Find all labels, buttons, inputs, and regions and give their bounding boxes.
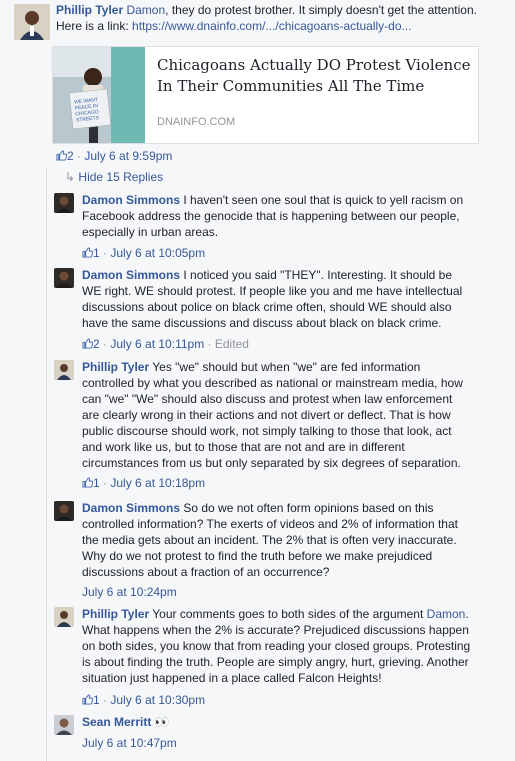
avatar-damon-simmons[interactable] xyxy=(54,268,74,288)
reply-body: Sean Merritt 👀 xyxy=(82,714,512,730)
reply-meta: 2 · July 6 at 10:11pm · Edited xyxy=(82,336,249,352)
like-count[interactable]: 1 xyxy=(93,476,100,490)
avatar-phillip-tyler[interactable] xyxy=(14,4,50,40)
reply-body: Phillip Tyler Yes "we" should but when "… xyxy=(82,360,463,470)
reply-meta: 1 · July 6 at 10:30pm xyxy=(82,692,205,708)
sign-text: WE WANT PEACE IN CHICAGO STREETS xyxy=(73,97,100,124)
reply-meta: 1 · July 6 at 10:05pm xyxy=(82,245,205,261)
thumbs-up-icon xyxy=(82,694,93,705)
reply-body: Phillip Tyler Your comments goes to both… xyxy=(82,607,471,685)
comment-timestamp[interactable]: July 6 at 9:59pm xyxy=(84,149,172,163)
comment-author[interactable]: Damon Simmons xyxy=(82,501,180,515)
link-preview-domain: DNAINFO.COM xyxy=(157,116,236,128)
avatar-damon-simmons[interactable] xyxy=(54,501,74,521)
reply-thread-line xyxy=(46,168,47,761)
shared-url-link[interactable]: https://www.dnainfo.com/.../chicagoans-a… xyxy=(132,19,411,33)
comment-author[interactable]: Phillip Tyler xyxy=(82,360,149,374)
link-preview-image[interactable] xyxy=(53,47,145,143)
mention-link[interactable]: Damon xyxy=(126,3,165,17)
comment-timestamp[interactable]: July 6 at 10:18pm xyxy=(110,476,205,490)
reply-body: Damon Simmons I noticed you said "THEY".… xyxy=(82,268,463,330)
like-count[interactable]: 1 xyxy=(93,246,100,260)
like-count[interactable]: 1 xyxy=(93,693,100,707)
mention-link[interactable]: Damon xyxy=(427,607,466,621)
top-comment-body: Phillip Tyler Damon, they do protest bro… xyxy=(56,2,511,34)
comment-timestamp[interactable]: July 6 at 10:05pm xyxy=(110,246,205,260)
comment-timestamp[interactable]: July 6 at 10:47pm xyxy=(82,736,177,750)
comment-text-line2: Here is a link: xyxy=(56,19,133,33)
reply-meta: July 6 at 10:24pm xyxy=(82,584,177,600)
link-preview-title[interactable]: Chicagoans Actually DO Protest Violence … xyxy=(157,55,472,97)
link-preview-card[interactable]: WE WANT PEACE IN CHICAGO STREETS Chicago… xyxy=(52,46,479,144)
comment-author[interactable]: Sean Merritt xyxy=(82,715,151,729)
comment-timestamp[interactable]: July 6 at 10:30pm xyxy=(110,693,205,707)
avatar-sean-merritt[interactable] xyxy=(54,715,74,735)
avatar-phillip-tyler[interactable] xyxy=(54,360,74,380)
thumbs-up-icon xyxy=(56,150,67,161)
eyes-emoji-icon: 👀 xyxy=(154,715,170,729)
thumbs-up-icon xyxy=(82,247,93,258)
thumbs-up-icon xyxy=(82,477,93,488)
hide-replies-button[interactable]: ↳ Hide 15 Replies xyxy=(65,170,163,184)
thumbs-up-icon xyxy=(82,338,93,349)
comment-timestamp[interactable]: July 6 at 10:24pm xyxy=(82,585,177,599)
comment-author[interactable]: Damon Simmons xyxy=(82,193,180,207)
comment-text: , they do protest brother. It simply doe… xyxy=(165,3,477,17)
reply-meta: 1 · July 6 at 10:18pm xyxy=(82,475,205,491)
avatar-phillip-tyler[interactable] xyxy=(54,607,74,627)
edited-label[interactable]: Edited xyxy=(215,337,249,351)
like-count[interactable]: 2 xyxy=(93,337,100,351)
reply-body: Damon Simmons So do we not often form op… xyxy=(82,501,458,579)
comment-author[interactable]: Phillip Tyler xyxy=(56,3,123,17)
avatar-damon-simmons[interactable] xyxy=(54,193,74,213)
top-comment-meta: 2 · July 6 at 9:59pm xyxy=(56,148,172,164)
reply-arrow-icon: ↳ xyxy=(65,170,76,184)
comment-author[interactable]: Phillip Tyler xyxy=(82,607,149,621)
reply-meta: July 6 at 10:47pm xyxy=(82,735,177,751)
like-count[interactable]: 2 xyxy=(56,149,74,163)
comment-author[interactable]: Damon Simmons xyxy=(82,268,180,282)
reply-body: Damon Simmons I haven't seen one soul th… xyxy=(82,193,464,239)
comment-timestamp[interactable]: July 6 at 10:11pm xyxy=(110,337,204,351)
